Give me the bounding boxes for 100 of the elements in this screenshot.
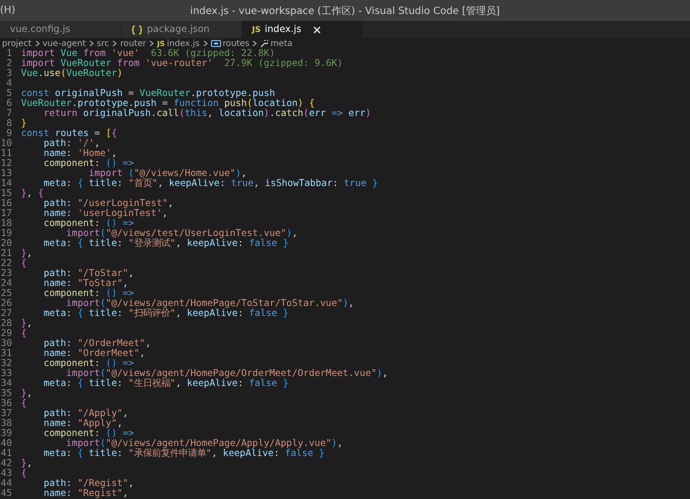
line-number: 31 bbox=[0, 349, 12, 359]
braces-icon bbox=[131, 24, 143, 34]
line-number: 37 bbox=[0, 409, 12, 419]
line-number: 30 bbox=[0, 339, 12, 349]
code-line: component: () => bbox=[42, 359, 134, 369]
code-line: import ("@/views/Home.vue"), bbox=[88, 169, 247, 179]
code-line: path: "/Regist", bbox=[42, 479, 134, 489]
line-number: 3 bbox=[5, 69, 12, 79]
chevron-icon bbox=[88, 40, 94, 47]
code-line: { bbox=[21, 469, 27, 479]
line-number: 33 bbox=[0, 369, 12, 379]
code-line: meta: { title: "生日祝福", keepAlive: false } bbox=[42, 379, 289, 389]
chevron-icon bbox=[202, 40, 208, 47]
code-line: name: "ToStar", bbox=[42, 279, 128, 289]
code-line: import VueRouter from 'vue-router' 27.9K (gzipped: 9.6K) bbox=[21, 59, 343, 69]
line-number: 14 bbox=[0, 179, 12, 189]
code-line: component: () => bbox=[42, 289, 134, 299]
line-number: 45 bbox=[0, 489, 12, 499]
breadcrumb-item[interactable]: router bbox=[120, 38, 146, 48]
code-line: name: "OrderMeet", bbox=[42, 349, 146, 359]
line-number: 29 bbox=[0, 329, 12, 339]
line-number: 32 bbox=[0, 359, 12, 369]
code-line: component: () => bbox=[42, 219, 134, 229]
code-line: meta: { title: "登录测试", keepAlive: false } bbox=[42, 239, 289, 249]
line-number: 11 bbox=[0, 149, 12, 159]
line-number: 8 bbox=[5, 119, 12, 129]
line-number: 2 bbox=[5, 59, 12, 69]
breadcrumb-item[interactable]: vue-agent bbox=[42, 38, 86, 48]
line-number: 24 bbox=[0, 279, 12, 289]
code-line: VueRouter.prototype.push = function push(location) { bbox=[21, 99, 315, 109]
line-number: 1 bbox=[5, 49, 12, 59]
code-line: import("@/views/agent/HomePage/ToStar/ToStar.vue"), bbox=[65, 299, 354, 309]
line-number: 16 bbox=[0, 199, 12, 209]
line-number: 34 bbox=[0, 379, 12, 389]
code-line: path: "/OrderMeet", bbox=[42, 339, 151, 349]
line-number: 41 bbox=[0, 449, 12, 459]
editor-tab[interactable]: JS index.js bbox=[242, 21, 363, 38]
code-line: meta: { title: "首页", keepAlive: true, isShowTabbar: true } bbox=[43, 179, 378, 189]
line-number: 28 bbox=[0, 319, 12, 329]
line-number: 21 bbox=[0, 249, 12, 259]
code-line: component: () => bbox=[42, 159, 134, 169]
code-line: { bbox=[21, 259, 27, 269]
line-number: 9 bbox=[5, 129, 12, 139]
code-line: path: "/ToStar", bbox=[42, 269, 134, 279]
code-line: { bbox=[21, 329, 27, 339]
line-number: 6 bbox=[5, 99, 12, 109]
line-number: 22 bbox=[0, 259, 12, 269]
code-line: }, bbox=[21, 249, 32, 259]
line-number: 19 bbox=[0, 229, 12, 239]
line-number: 12 bbox=[0, 159, 12, 169]
code-line: name: 'userLoginTest', bbox=[42, 209, 168, 219]
code-line: const routes = [{ bbox=[21, 129, 117, 139]
code-line: { bbox=[21, 399, 27, 409]
code-line: }, bbox=[21, 389, 32, 399]
code-line: }, { bbox=[21, 189, 44, 199]
line-number: 26 bbox=[0, 299, 12, 309]
breadcrumb-item[interactable]: routes bbox=[210, 38, 250, 48]
code-line: path: '/', bbox=[42, 139, 100, 149]
line-number: 20 bbox=[0, 239, 12, 249]
chevron-icon bbox=[149, 40, 154, 47]
line-number: 7 bbox=[5, 109, 12, 119]
line-number: 10 bbox=[0, 139, 12, 149]
line-number: 25 bbox=[0, 289, 12, 299]
editor-tab[interactable]: vue.config.js bbox=[0, 21, 121, 38]
breadcrumb-item[interactable]: src bbox=[96, 38, 110, 48]
line-number: 27 bbox=[0, 309, 12, 319]
line-number: 40 bbox=[0, 439, 12, 449]
line-number: 44 bbox=[0, 479, 12, 489]
code-line: }, bbox=[21, 459, 32, 469]
window-title: index.js - vue-workspace (工作区) - Visual Studio Code [管理员] bbox=[190, 4, 500, 18]
code-line: import("@/views/agent/HomePage/OrderMeet/OrderMeet.vue"), bbox=[65, 369, 388, 379]
line-number: 43 bbox=[0, 469, 12, 479]
code-line: const originalPush = VueRouter.prototype.push bbox=[21, 89, 276, 99]
menu-item[interactable]: (H) bbox=[0, 5, 16, 16]
chevron-icon bbox=[252, 40, 258, 47]
chevron-icon bbox=[112, 40, 118, 47]
code-line: component: () => bbox=[42, 429, 134, 439]
wrench-icon bbox=[260, 40, 268, 48]
close-icon[interactable] bbox=[313, 26, 322, 34]
code-line: name: "Apply", bbox=[42, 419, 123, 429]
code-line: meta: { title: "承保前复件申请单", keepAlive: false } bbox=[42, 449, 325, 459]
code-line: import Vue from 'vue' 63.6K (gzipped: 22.8K) bbox=[21, 49, 276, 59]
line-number: 18 bbox=[0, 219, 12, 229]
line-number: 38 bbox=[0, 419, 12, 429]
line-number: 42 bbox=[0, 459, 12, 469]
line-number: 23 bbox=[0, 269, 12, 279]
line-number: 39 bbox=[0, 429, 12, 439]
line-number: 36 bbox=[0, 399, 12, 409]
code-line: } bbox=[21, 119, 27, 129]
breadcrumb-item[interactable]: meta bbox=[260, 38, 293, 48]
line-number: 4 bbox=[5, 79, 12, 89]
line-number: 5 bbox=[5, 89, 12, 99]
line-number: 13 bbox=[0, 169, 12, 179]
code-line: import("@/views/test/UserLoginTest.vue"), bbox=[65, 229, 298, 239]
code-line: Vue.use(VueRouter) bbox=[21, 69, 123, 79]
line-number: 15 bbox=[0, 189, 12, 199]
editor-tab[interactable]: package.json bbox=[121, 21, 242, 38]
line-number: 17 bbox=[0, 209, 12, 219]
code-line: meta: { title: "扫码评价", keepAlive: false } bbox=[42, 309, 289, 319]
breadcrumb-item[interactable]: project bbox=[2, 38, 32, 48]
